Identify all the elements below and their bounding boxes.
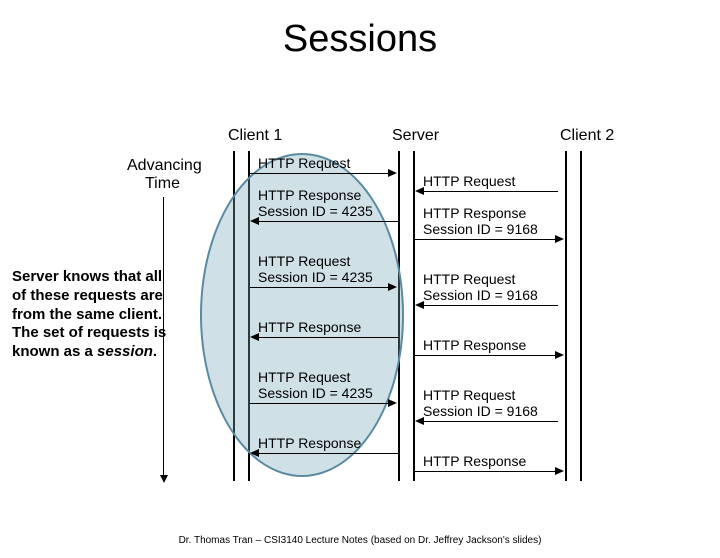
side-note: Server knows that all of these requests …: [12, 268, 172, 362]
side-note-em: session: [97, 343, 153, 360]
msg-right-7: HTTP Request: [423, 387, 515, 403]
arrow-head-icon: [415, 301, 424, 309]
msg-left-7: HTTP Request: [258, 369, 350, 385]
arrow-head-icon: [388, 283, 397, 291]
msg-right-9: HTTP Response: [423, 453, 526, 469]
msg-right-5: Session ID = 9168: [423, 287, 538, 303]
arrow-l1: [250, 173, 390, 174]
time-label-1: Advancing: [127, 157, 202, 175]
time-label-2: Time: [145, 175, 180, 193]
msg-right-4: HTTP Request: [423, 271, 515, 287]
arrow-head-icon: [415, 187, 424, 195]
arrow-head-icon: [555, 467, 564, 475]
arrow-head-icon: [555, 235, 564, 243]
msg-left-2: HTTP Response: [258, 187, 361, 203]
arrow-head-icon: [415, 417, 424, 425]
msg-left-1: HTTP Request: [258, 155, 350, 171]
msg-right-2: HTTP Response: [423, 205, 526, 221]
arrow-r4: [415, 355, 555, 356]
participant-client1: Client 1: [228, 127, 282, 145]
lifeline-client2-l: [565, 151, 567, 481]
arrow-r5: [423, 421, 558, 422]
participant-client2: Client 2: [560, 127, 614, 145]
msg-left-3: Session ID = 4235: [258, 203, 373, 219]
arrow-r3: [423, 305, 558, 306]
msg-left-9: HTTP Response: [258, 435, 361, 451]
slide-title: Sessions: [0, 18, 720, 61]
side-note-tail: .: [153, 343, 157, 360]
arrow-l4: [258, 337, 398, 338]
msg-right-6: HTTP Response: [423, 337, 526, 353]
arrow-head-icon: [388, 169, 397, 177]
time-arrow-head-icon: [160, 475, 168, 483]
arrow-l6: [258, 453, 398, 454]
arrow-l3: [250, 287, 390, 288]
lifeline-client2-r: [580, 151, 582, 481]
msg-left-8: Session ID = 4235: [258, 385, 373, 401]
msg-right-1: HTTP Request: [423, 173, 515, 189]
arrow-l2: [258, 221, 398, 222]
arrow-head-icon: [555, 351, 564, 359]
arrow-r2: [415, 239, 555, 240]
lifeline-server-r: [413, 151, 415, 481]
footer-credit: Dr. Thomas Tran – CSI3140 Lecture Notes …: [0, 535, 720, 546]
msg-right-8: Session ID = 9168: [423, 403, 538, 419]
arrow-r6: [415, 471, 555, 472]
msg-left-4: HTTP Request: [258, 253, 350, 269]
arrow-head-icon: [388, 399, 397, 407]
arrow-r1: [423, 191, 558, 192]
msg-right-3: Session ID = 9168: [423, 221, 538, 237]
arrow-head-icon: [250, 217, 259, 225]
arrow-l5: [250, 403, 390, 404]
msg-left-6: HTTP Response: [258, 319, 361, 335]
participant-server: Server: [392, 127, 439, 145]
arrow-head-icon: [250, 333, 259, 341]
arrow-head-icon: [250, 449, 259, 457]
msg-left-5: Session ID = 4235: [258, 269, 373, 285]
